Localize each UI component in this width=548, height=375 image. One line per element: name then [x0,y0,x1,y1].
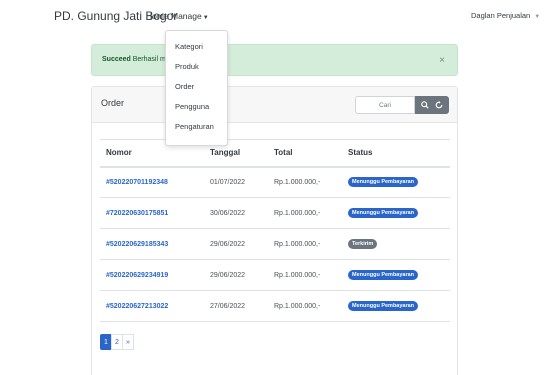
table-row: #520220629234919 29/06/2022 Rp.1.000.000… [100,259,450,291]
order-total: Rp.1.000.000,- [268,197,342,229]
next-page-button[interactable]: » [122,334,134,350]
order-total: Rp.1.000.000,- [268,290,342,322]
order-date: 27/06/2022 [204,290,268,322]
order-number-link[interactable]: #520220701192348 [100,166,204,198]
table-row: #520220629185343 29/06/2022 Rp.1.000.000… [100,228,450,260]
order-number-link[interactable]: #720220630175851 [100,197,204,229]
order-total: Rp.1.000.000,- [268,228,342,260]
table-row: #720220630175851 30/06/2022 Rp.1.000.000… [100,197,450,229]
navbar: PD. Gunung Jati Bogor Home Manage▼ Dagla… [0,0,548,34]
nav-manage-dropdown[interactable]: Manage▼ [171,11,209,21]
order-table: Nomor Tanggal Total Status #520220701192… [100,139,450,322]
table-row: #520220627213022 27/06/2022 Rp.1.000.000… [100,290,450,322]
order-total: Rp.1.000.000,- [268,166,342,198]
search-icon [421,101,429,109]
nav-manage-label: Manage [171,11,202,21]
alert-strong: Succeed [102,56,131,63]
order-status-cell: Menunggu Pembayaran [342,259,450,291]
refresh-icon [435,101,443,109]
table-row: #520220701192348 01/07/2022 Rp.1.000.000… [100,166,450,198]
table-header-row: Nomor Tanggal Total Status [100,139,450,168]
order-date: 30/06/2022 [204,197,268,229]
column-header-status: Status [342,139,450,168]
order-number-link[interactable]: #520220629185343 [100,228,204,260]
card-header: Order [92,87,457,123]
pagination: 1 2 » [100,334,134,350]
status-badge: Menunggu Pembayaran [348,270,419,280]
dropdown-item-pengguna[interactable]: Pengguna [175,102,209,111]
status-badge: Menunggu Pembayaran [348,301,419,311]
order-number-link[interactable]: #520220629234919 [100,259,204,291]
search-input[interactable] [355,96,415,114]
caret-down-icon: ▼ [202,15,209,21]
user-menu[interactable]: Daglan Penjualan ▼ [471,11,540,20]
user-name: Daglan Penjualan [471,11,531,20]
dropdown-item-kategori[interactable]: Kategori [175,42,203,51]
order-date: 29/06/2022 [204,259,268,291]
status-badge: Terkirim [348,239,378,249]
dropdown-item-produk[interactable]: Produk [175,62,199,71]
close-icon[interactable]: × [439,55,445,66]
card-title: Order [101,98,125,108]
success-alert: Succeed Berhasil mela × [91,44,458,76]
dropdown-item-order[interactable]: Order [175,82,194,91]
status-badge: Menunggu Pembayaran [348,208,419,218]
nav-home-link[interactable]: Home [146,11,169,21]
order-status-cell: Menunggu Pembayaran [342,290,450,322]
caret-down-icon: ▼ [534,14,541,20]
order-number-link[interactable]: #520220627213022 [100,290,204,322]
status-badge: Menunggu Pembayaran [348,177,419,188]
order-date: 01/07/2022 [204,166,268,198]
search-button[interactable] [415,96,449,114]
order-total: Rp.1.000.000,- [268,259,342,291]
order-date: 29/06/2022 [204,228,268,260]
order-status-cell: Terkirim [342,228,450,260]
dropdown-item-pengaturan[interactable]: Pengaturan [175,122,214,131]
order-status-cell: Menunggu Pembayaran [342,197,450,229]
order-card: Order Nomor Tanggal Total Status #520220… [91,86,458,375]
order-status-cell: Menunggu Pembayaran [342,166,450,198]
column-header-total: Total [268,139,342,168]
manage-dropdown-menu: Kategori Produk Order Pengguna Pengatura… [165,30,228,146]
